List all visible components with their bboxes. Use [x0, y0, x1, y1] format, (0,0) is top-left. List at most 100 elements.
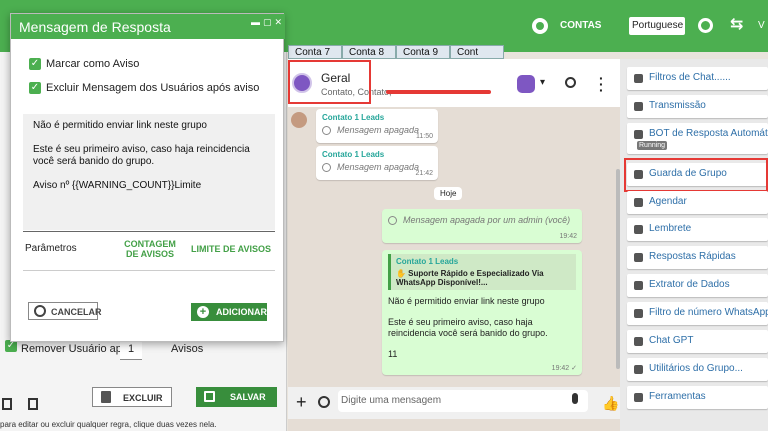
tab-conta-10[interactable]: Cont — [450, 45, 504, 59]
sidebar-item-chat-gpt[interactable]: Chat GPT — [627, 330, 768, 353]
chat-area: Geral Contato, Contato, ▾ · · · Contato 1 … — [288, 59, 620, 431]
sidebar-item-number-filter[interactable]: Filtro de número WhatsApp — [627, 302, 768, 325]
version-text: V — [758, 20, 765, 31]
message-input[interactable]: Digite uma mensagem — [338, 390, 588, 412]
language-select[interactable]: Portuguese — [629, 17, 685, 35]
message-composer: + Digite uma mensagem 👍 — [288, 387, 620, 419]
salvar-label: SALVAR — [230, 392, 266, 402]
trash-icon — [101, 391, 111, 403]
add-label: ADICIONAR — [216, 307, 267, 317]
whatsapp-filter-icon — [634, 309, 643, 318]
whatsapp-icon[interactable] — [532, 18, 548, 34]
sidebar-item-label: Filtro de número WhatsApp — [649, 307, 768, 318]
thumbs-up-icon[interactable]: 👍 — [602, 395, 619, 412]
sidebar-item-chat-filters[interactable]: Filtros de Chat...... — [627, 67, 768, 90]
wrench-icon — [634, 393, 643, 402]
attach-plus-icon[interactable]: + — [296, 392, 307, 413]
emoji-icon[interactable] — [318, 396, 330, 408]
plus-icon: + — [197, 306, 209, 318]
tab-conta-8[interactable]: Conta 8 — [342, 45, 396, 59]
chat-header[interactable]: Geral Contato, Contato, ▾ · · · — [288, 59, 620, 107]
viber-icon[interactable] — [517, 75, 535, 93]
add-button[interactable]: + ADICIONAR — [191, 303, 267, 321]
mark-as-warning-checkbox[interactable]: ✓ — [29, 58, 41, 70]
contact-avatar[interactable] — [291, 112, 307, 128]
gear-icon[interactable] — [698, 18, 713, 33]
microphone-icon[interactable] — [572, 393, 578, 404]
search-icon[interactable] — [565, 77, 576, 88]
swap-arrows-icon[interactable]: ⇆ — [730, 14, 743, 34]
filter-icon — [634, 74, 643, 83]
footer-note: para editar ou excluir qualquer regra, c… — [0, 420, 217, 429]
highlight-box — [624, 158, 768, 192]
import-icon[interactable] — [2, 398, 12, 410]
tab-conta-7[interactable]: Conta 7 — [288, 45, 342, 59]
deleted-text: Mensagem apagada por um admin (você) — [403, 215, 571, 225]
sidebar-item-data-extractor[interactable]: Extrator de Dados — [627, 274, 768, 297]
ban-icon — [322, 126, 331, 136]
message-text-2: Este é seu primeiro aviso, caso haja rei… — [388, 317, 548, 338]
redaction-bar — [386, 90, 491, 94]
response-message-textarea[interactable]: Não é permitido enviar link neste grupo … — [23, 114, 275, 230]
delete-messages-checkbox[interactable]: ✓ — [29, 82, 41, 94]
sidebar-item-tools[interactable]: Ferramentas — [627, 386, 768, 409]
contas-button[interactable]: CONTAS — [560, 20, 601, 31]
bell-icon — [634, 225, 643, 234]
excluir-label: EXCLUIR — [123, 393, 163, 403]
export-icon[interactable] — [28, 398, 38, 410]
message-bubble[interactable]: Mensagem apagada por um admin (você) 19:… — [382, 209, 582, 243]
ban-icon — [34, 305, 46, 317]
ban-icon — [322, 163, 331, 173]
chevron-down-icon[interactable]: ▾ — [540, 77, 545, 88]
sidebar-item-reminder[interactable]: Lembrete — [627, 218, 768, 241]
mark-as-warning-label: Marcar como Aviso — [46, 58, 140, 70]
mark-as-warning-option[interactable]: ✓ Marcar como Aviso — [29, 58, 139, 70]
cancel-label: CANCELAR — [51, 307, 102, 317]
calendar-icon — [634, 198, 643, 207]
features-sidebar: Filtros de Chat...... Transmissão BOT de… — [620, 59, 768, 431]
sidebar-item-quick-replies[interactable]: Respostas Rápidas — [627, 246, 768, 269]
warning-count-param[interactable]: CONTAGEM DE AVISOS — [117, 239, 183, 259]
highlight-box — [288, 60, 371, 104]
more-options-icon[interactable]: · · · — [599, 71, 604, 97]
tab-conta-9[interactable]: Conta 9 — [396, 45, 450, 59]
quoted-message[interactable]: Contato 1 Leads ✋ Suporte Rápido e Espec… — [388, 254, 576, 290]
quoted-text: ✋ Suporte Rápido e Especializado Via Wha… — [396, 269, 544, 287]
sidebar-item-label: Transmissão — [649, 100, 706, 111]
sidebar-item-label: Lembrete — [649, 223, 692, 234]
message-bubble[interactable]: Contato 1 Leads Mensagem apagada 21:42 — [316, 146, 438, 180]
textarea-underline — [23, 231, 275, 232]
running-badge: Running — [637, 141, 668, 150]
sidebar-item-label: Utilitários do Grupo... — [649, 363, 743, 374]
delete-messages-option[interactable]: ✓ Excluir Mensagem dos Usuários após avi… — [29, 82, 259, 94]
message-bubble[interactable]: Contato 1 Leads Mensagem apagada 11:50 — [316, 109, 438, 143]
message-time: 21:42 — [415, 170, 433, 177]
quoted-sender: Contato 1 Leads — [396, 257, 459, 266]
warning-limit-param[interactable]: LIMITE DE AVISOS — [191, 244, 271, 254]
params-divider — [23, 270, 275, 271]
sidebar-item-label: Ferramentas — [649, 391, 706, 402]
message-bubble[interactable]: Contato 1 Leads ✋ Suporte Rápido e Espec… — [382, 250, 582, 375]
remover-label: Remover Usuário após — [21, 343, 134, 355]
reply-icon — [634, 253, 643, 262]
response-message-dialog: Mensagem de Resposta ▬▢✕ ✓ Marcar como A… — [10, 13, 285, 342]
sidebar-item-schedule[interactable]: Agendar — [627, 191, 768, 214]
salvar-button[interactable]: SALVAR — [196, 387, 277, 407]
sidebar-item-label: Chat GPT — [649, 335, 694, 346]
message-time: 19:42 — [559, 233, 577, 240]
sidebar-item-label: BOT de Resposta Automático — [649, 128, 768, 139]
sidebar-item-label: Filtros de Chat...... — [649, 72, 731, 83]
sidebar-item-group-utilities[interactable]: Utilitários do Grupo... — [627, 358, 768, 381]
message-time: 11:50 — [416, 133, 433, 140]
extractor-icon — [634, 281, 643, 290]
message-sender: Contato 1 Leads — [322, 113, 385, 122]
sidebar-item-broadcast[interactable]: Transmissão — [627, 95, 768, 118]
excluir-button[interactable]: EXCLUIR — [92, 387, 172, 407]
group-icon — [634, 365, 643, 374]
sidebar-item-auto-reply-bot[interactable]: BOT de Resposta Automático Running — [627, 123, 768, 154]
params-label: Parâmetros — [25, 243, 77, 254]
message-time: 19:42 ✓ — [551, 365, 577, 372]
cancel-button[interactable]: CANCELAR — [28, 302, 102, 320]
save-icon — [204, 391, 215, 402]
window-controls[interactable]: ▬▢✕ — [251, 17, 285, 28]
